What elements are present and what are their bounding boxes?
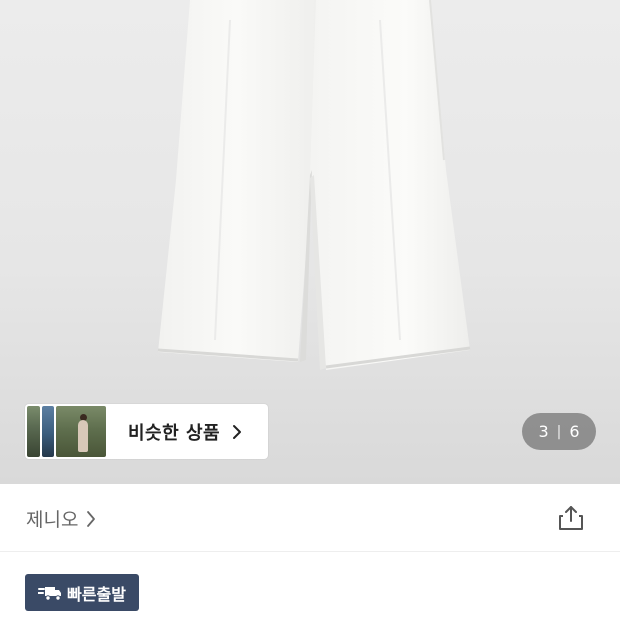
product-image[interactable]: 비슷한 상품 3 | 6 (0, 0, 620, 484)
fast-delivery-badge: 빠른출발 (25, 574, 139, 611)
thumbnail-image (56, 406, 106, 457)
pager-current: 3 (538, 422, 549, 441)
brand-link[interactable]: 제니오 (26, 505, 96, 532)
thumbnail-image (27, 406, 40, 457)
brand-name: 제니오 (26, 509, 79, 531)
similar-products-thumbnails (27, 406, 106, 457)
similar-products-label: 비슷한 상품 (128, 422, 221, 444)
share-icon (559, 506, 583, 530)
fast-delivery-label: 빠른출발 (67, 584, 126, 604)
brand-row: 제니오 (0, 484, 620, 552)
thumbnail-image (42, 406, 54, 457)
image-pager-indicator: 3 | 6 (522, 413, 596, 450)
chevron-right-icon (232, 424, 246, 439)
pager-separator: | (556, 423, 562, 440)
share-button[interactable] (557, 504, 585, 532)
truck-icon (38, 585, 62, 601)
pager-total: 6 (569, 422, 580, 441)
similar-products-button[interactable]: 비슷한 상품 (25, 404, 268, 459)
chevron-right-icon (86, 510, 96, 528)
